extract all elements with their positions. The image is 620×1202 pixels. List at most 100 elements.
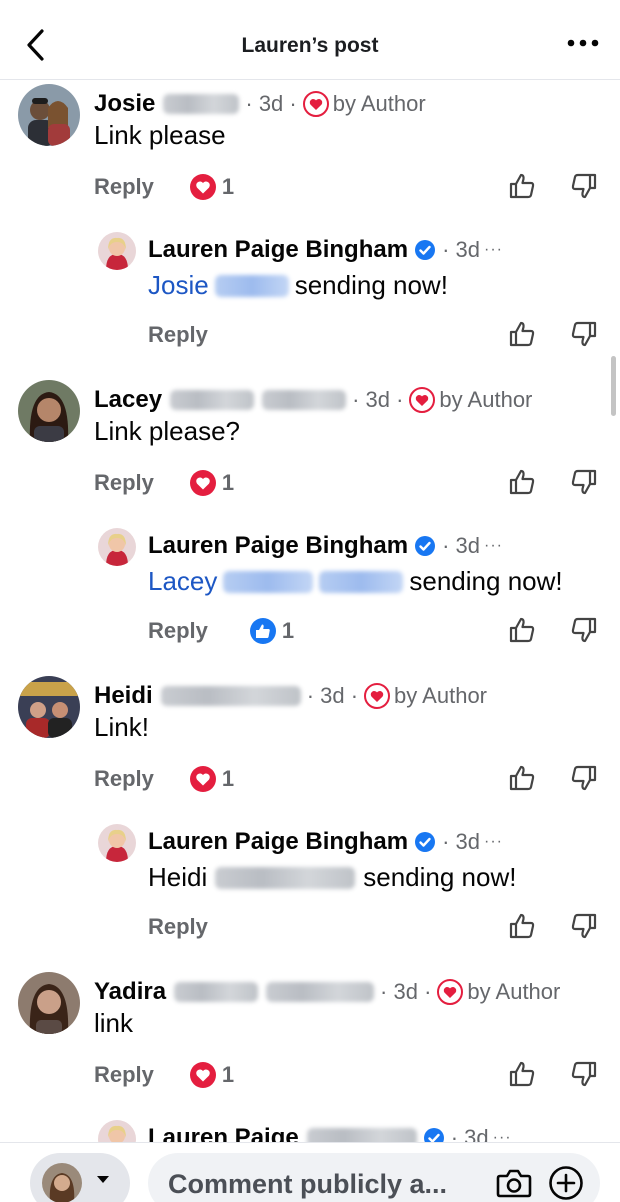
avatar[interactable] xyxy=(18,84,80,146)
verified-badge-icon xyxy=(415,832,436,852)
heart-reaction-icon xyxy=(189,766,216,792)
reaction-count[interactable]: 1 xyxy=(189,1062,234,1088)
comments-feed[interactable]: Josie · 3d · by Author Link please Reply… xyxy=(0,80,620,1142)
thumbs-up-icon xyxy=(509,173,535,199)
comment-text: link xyxy=(94,1008,134,1038)
camera-button[interactable] xyxy=(496,1167,532,1199)
upvote-button[interactable] xyxy=(508,1060,536,1088)
profile-switcher-button[interactable] xyxy=(30,1153,130,1202)
upvote-button[interactable] xyxy=(508,616,536,644)
avatar[interactable] xyxy=(98,1120,136,1142)
author-heart-icon xyxy=(302,91,329,117)
redacted-surname xyxy=(170,390,255,410)
redacted-surname xyxy=(266,982,375,1002)
scrollbar[interactable] xyxy=(611,356,616,416)
avatar[interactable] xyxy=(18,972,80,1034)
timestamp: · 3d · xyxy=(352,387,404,412)
comment-header: Heidi · 3d · by Author xyxy=(94,682,487,710)
comment-text: Josie sending now! xyxy=(148,270,448,301)
thumbs-up-icon xyxy=(509,1061,535,1087)
avatar[interactable] xyxy=(98,824,136,862)
reaction-count[interactable]: 1 xyxy=(189,174,234,200)
mention-link[interactable]: Josie xyxy=(148,270,209,301)
comment-actions: Reply 1 xyxy=(148,614,294,648)
thumbs-up-icon xyxy=(509,617,535,643)
redacted-surname xyxy=(215,866,356,889)
mention-link[interactable]: Lacey xyxy=(148,566,217,597)
downvote-button[interactable] xyxy=(570,468,598,496)
reaction-count[interactable]: 1 xyxy=(249,618,294,644)
more-options-button[interactable] xyxy=(566,28,600,58)
author-name[interactable]: Josie xyxy=(94,90,155,118)
reaction-count[interactable]: 1 xyxy=(189,470,234,496)
verified-badge-icon xyxy=(423,1128,444,1142)
upvote-button[interactable] xyxy=(508,912,536,940)
downvote-button[interactable] xyxy=(570,764,598,792)
comment-actions: Reply 1 xyxy=(94,170,234,204)
avatar[interactable] xyxy=(18,676,80,738)
author-name[interactable]: Lauren Paige Bingham xyxy=(148,828,408,856)
comment-text: Lacey sending now! xyxy=(148,566,563,597)
reply-button[interactable]: Reply xyxy=(94,766,154,792)
comment-text: Link please? xyxy=(94,416,240,446)
upvote-button[interactable] xyxy=(508,764,536,792)
timestamp: · 3d xyxy=(442,237,480,262)
thumbs-up-icon xyxy=(509,765,535,791)
downvote-button[interactable] xyxy=(570,616,598,644)
thumbs-down-icon xyxy=(571,913,597,939)
avatar[interactable] xyxy=(18,380,80,442)
more-icon[interactable]: ··· xyxy=(493,1129,512,1142)
top-bar: Lauren’s post xyxy=(0,0,620,80)
author-name[interactable]: Lauren Paige Bingham xyxy=(148,236,408,264)
thumbs-up-icon xyxy=(509,913,535,939)
by-author-badge: by Author xyxy=(394,683,487,708)
downvote-button[interactable] xyxy=(570,912,598,940)
reply-button[interactable]: Reply xyxy=(94,470,154,496)
reply-button[interactable]: Reply xyxy=(94,174,154,200)
heart-reaction-icon xyxy=(189,470,216,496)
author-name[interactable]: Yadira xyxy=(94,978,166,1006)
comment-composer: Comment publicly a... xyxy=(0,1142,620,1202)
reply-button[interactable]: Reply xyxy=(94,1062,154,1088)
comment-actions: Reply xyxy=(148,318,208,352)
more-icon[interactable]: ··· xyxy=(484,241,503,259)
more-dots-icon xyxy=(567,39,599,47)
avatar[interactable] xyxy=(98,232,136,270)
downvote-button[interactable] xyxy=(570,172,598,200)
reply-button[interactable]: Reply xyxy=(148,914,208,940)
thumbs-down-icon xyxy=(571,1061,597,1087)
add-attachment-button[interactable] xyxy=(548,1165,584,1201)
comment-text: Link please xyxy=(94,120,226,150)
more-icon[interactable]: ··· xyxy=(484,537,503,555)
author-name[interactable]: Lauren Paige xyxy=(148,1124,299,1142)
avatar xyxy=(42,1163,82,1202)
comment-actions: Reply xyxy=(148,910,208,944)
reply-button[interactable]: Reply xyxy=(148,618,208,644)
upvote-button[interactable] xyxy=(508,320,536,348)
author-name[interactable]: Lauren Paige Bingham xyxy=(148,532,408,560)
reply-button[interactable]: Reply xyxy=(148,322,208,348)
upvote-button[interactable] xyxy=(508,172,536,200)
author-name[interactable]: Lacey xyxy=(94,386,162,414)
timestamp: · 3d xyxy=(442,533,480,558)
plus-circle-icon xyxy=(549,1166,583,1200)
timestamp: · 3d · xyxy=(380,979,432,1004)
comment-header: Lauren Paige · 3d ··· xyxy=(148,1124,512,1142)
reaction-count[interactable]: 1 xyxy=(189,766,234,792)
downvote-button[interactable] xyxy=(570,1060,598,1088)
thumbs-down-icon xyxy=(571,321,597,347)
avatar[interactable] xyxy=(98,528,136,566)
author-heart-icon xyxy=(409,387,436,413)
heart-reaction-icon xyxy=(189,1062,216,1088)
upvote-button[interactable] xyxy=(508,468,536,496)
author-name[interactable]: Heidi xyxy=(94,682,153,710)
redacted-surname xyxy=(160,686,301,706)
thumbs-down-icon xyxy=(571,469,597,495)
timestamp: · 3d · xyxy=(306,683,359,708)
downvote-button[interactable] xyxy=(570,320,598,348)
more-icon[interactable]: ··· xyxy=(484,833,503,851)
comment-text: Link! xyxy=(94,712,149,742)
comment-input[interactable]: Comment publicly a... xyxy=(148,1153,600,1202)
comment-header: Lauren Paige Bingham · 3d ··· xyxy=(148,532,503,560)
redacted-surname xyxy=(306,1128,417,1142)
